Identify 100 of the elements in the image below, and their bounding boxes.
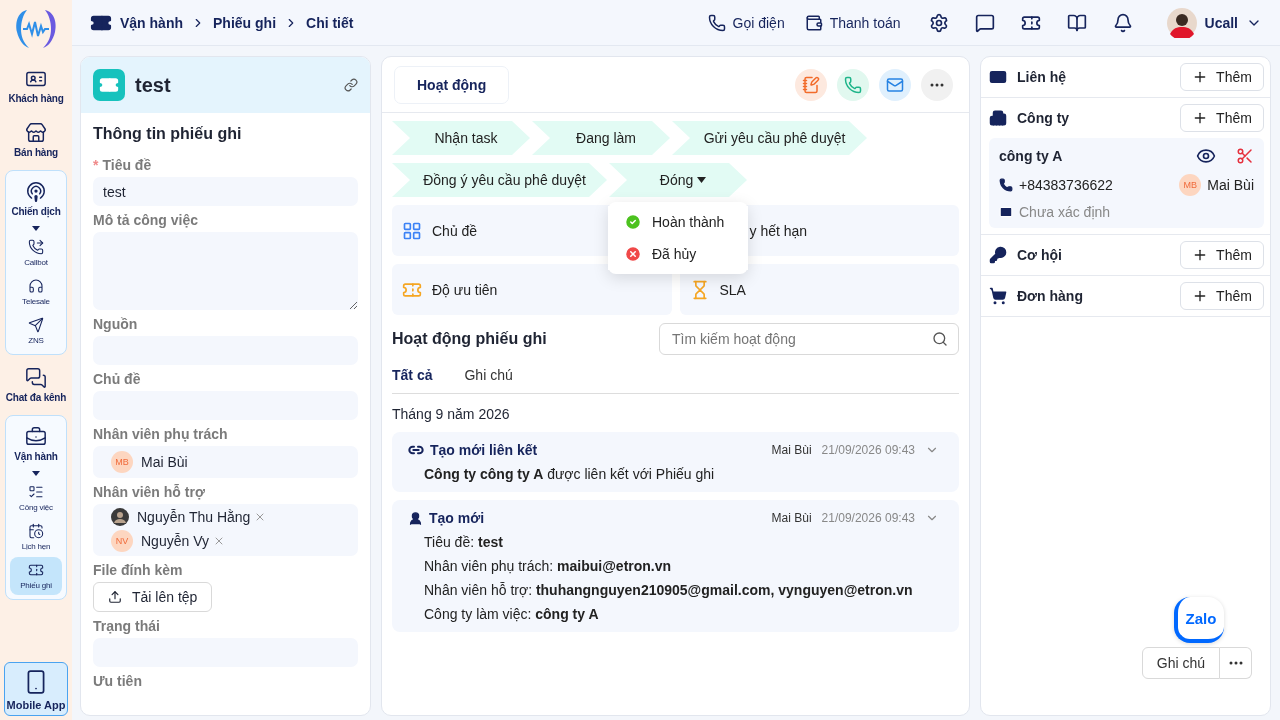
- people-field[interactable]: Nguyễn Thu Hằng NV Nguyễn Vy: [93, 504, 358, 556]
- nav-item[interactable]: Bán hàng: [4, 116, 68, 164]
- more-icon: [930, 82, 944, 87]
- scissors-icon[interactable]: [1236, 147, 1254, 165]
- chat-bubbles-icon: [25, 367, 47, 389]
- more-icon: [1228, 661, 1243, 665]
- phone-icon: [999, 178, 1013, 192]
- search-field[interactable]: Tìm kiếm hoạt động: [659, 323, 959, 355]
- search-icon: [932, 331, 948, 347]
- activity-tab[interactable]: Hoạt động: [394, 65, 510, 104]
- field-label: Trạng thái: [93, 618, 160, 634]
- email-text: Chưa xác định: [1019, 204, 1111, 220]
- people-field[interactable]: MB Mai Bùi: [93, 446, 358, 478]
- phone-icon: [707, 13, 726, 32]
- zalo-button[interactable]: Zalo: [1174, 597, 1224, 643]
- upload-button[interactable]: Tải lên tệp: [93, 582, 213, 612]
- tab[interactable]: Ghi chú: [464, 367, 513, 383]
- book-icon[interactable]: [1066, 12, 1087, 33]
- stage-step[interactable]: Đang làm: [532, 121, 670, 155]
- note-button[interactable]: Ghi chú: [1141, 647, 1220, 679]
- field-label: File đính kèm: [93, 562, 183, 578]
- eye-icon[interactable]: [1196, 146, 1216, 166]
- stage-step[interactable]: Đồng ý yêu cầu phê duyệt: [392, 163, 607, 197]
- attribute-label: Độ ưu tiên: [432, 281, 498, 298]
- nav-item[interactable]: Khách hàng: [4, 62, 68, 110]
- breadcrumb-link[interactable]: Chi tiết: [306, 14, 354, 31]
- calendar-icon: [28, 523, 44, 539]
- field-label: Nhân viên hỗ trợ: [93, 484, 205, 500]
- more-button[interactable]: [921, 68, 953, 101]
- ticket-icon: [28, 562, 44, 578]
- field-label: Nhân viên phụ trách: [93, 426, 228, 442]
- activity-time: 21/09/2026 09:43: [821, 511, 915, 525]
- activity-text: Công ty công ty A được liên kết với Phiếu ghi: [423, 466, 716, 482]
- grid-icon: [402, 220, 422, 241]
- checklist-icon: [28, 484, 44, 500]
- person-name: Mai Bùi: [141, 454, 188, 470]
- nav-item[interactable]: Telesale: [10, 273, 62, 311]
- cross-icon: [624, 245, 642, 263]
- field-label: Tiêu đề: [102, 157, 152, 173]
- phone-icon: [28, 239, 44, 255]
- nav-item[interactable]: ZNS: [10, 312, 62, 350]
- attribute-label: SLA: [719, 281, 746, 298]
- stage-step[interactable]: Đóng: [609, 163, 747, 197]
- notepad-icon: [802, 75, 820, 94]
- section-title: Hoạt động phiếu ghi: [392, 330, 547, 348]
- nav-item[interactable]: Phiếu ghi: [10, 557, 62, 595]
- note-button[interactable]: [795, 68, 827, 101]
- menu-item[interactable]: Đã hủy: [608, 238, 748, 270]
- add-button[interactable]: Thêm: [1180, 282, 1264, 310]
- nav-item[interactable]: Callbot: [10, 234, 62, 272]
- check-icon: [624, 213, 642, 231]
- avatar-initials: MB: [111, 451, 133, 473]
- stage-step[interactable]: Nhận task: [392, 121, 530, 155]
- activity-text: Công ty làm việc: công ty A: [423, 606, 600, 622]
- settings-icon[interactable]: [928, 12, 949, 33]
- nav-item[interactable]: Công việc: [10, 479, 62, 517]
- field-label: Mô tả công việc: [93, 212, 199, 228]
- field-label: Nguồn: [93, 316, 138, 332]
- avatar-initials: MB: [1179, 174, 1202, 196]
- section-title: Liên hệ: [1017, 69, 1066, 85]
- menu-item[interactable]: Hoàn thành: [608, 206, 748, 238]
- cart-icon: [989, 287, 1007, 305]
- section-title: Công ty: [1017, 110, 1070, 126]
- owner-name: Mai Bùi: [1207, 177, 1254, 193]
- toolbar-button[interactable]: Thanh toán: [798, 9, 907, 36]
- upload-icon: [108, 590, 122, 604]
- field-label: Chủ đề: [93, 371, 141, 387]
- more-button[interactable]: [1220, 647, 1252, 679]
- toolbar-button[interactable]: Gọi điện: [701, 9, 791, 36]
- activity-time: 21/09/2026 09:43: [821, 443, 915, 457]
- add-button[interactable]: Thêm: [1180, 104, 1264, 132]
- breadcrumb-link[interactable]: Phiếu ghi: [213, 14, 276, 31]
- mail-button[interactable]: [879, 68, 911, 101]
- caret-icon: [697, 177, 707, 183]
- activity-user: Mai Bùi: [771, 443, 812, 457]
- input-field[interactable]: test: [93, 177, 358, 206]
- nav-item[interactable]: Chiến dịch: [4, 175, 68, 223]
- user-name: Ucall: [1204, 14, 1238, 31]
- activity-text: Tiêu đề: test: [423, 534, 504, 550]
- required-mark: *: [93, 157, 99, 173]
- briefcase-icon: [25, 426, 47, 448]
- nav-item[interactable]: Vận hành: [4, 420, 68, 468]
- message-icon[interactable]: [974, 12, 995, 33]
- avatar-initials: NV: [111, 530, 133, 552]
- breadcrumb-link[interactable]: Vận hành: [120, 14, 183, 31]
- call-button[interactable]: [837, 68, 869, 101]
- store-icon: [25, 122, 47, 144]
- add-button[interactable]: Thêm: [1180, 63, 1264, 91]
- nav-item[interactable]: Chat đa kênh: [4, 361, 68, 409]
- tab[interactable]: Tất cả: [392, 367, 433, 383]
- phone-number: +84383736622: [1019, 177, 1113, 193]
- wallet-icon: [804, 13, 823, 32]
- activity-text: Nhân viên hỗ trợ: thuhangnguyen210905@gmail.com, vynguyen@etron.vn: [423, 582, 914, 598]
- search-input[interactable]: Tìm kiếm hoạt động: [670, 330, 932, 348]
- nav-item[interactable]: Lịch hẹn: [10, 518, 62, 556]
- notification-icon[interactable]: [1112, 12, 1133, 33]
- mobile-app-button[interactable]: Mobile App: [4, 662, 68, 716]
- add-button[interactable]: Thêm: [1180, 241, 1264, 269]
- month-heading: Tháng 9 năm 2026: [392, 406, 511, 422]
- stage-step[interactable]: Gửi yêu cầu phê duyệt: [672, 121, 867, 155]
